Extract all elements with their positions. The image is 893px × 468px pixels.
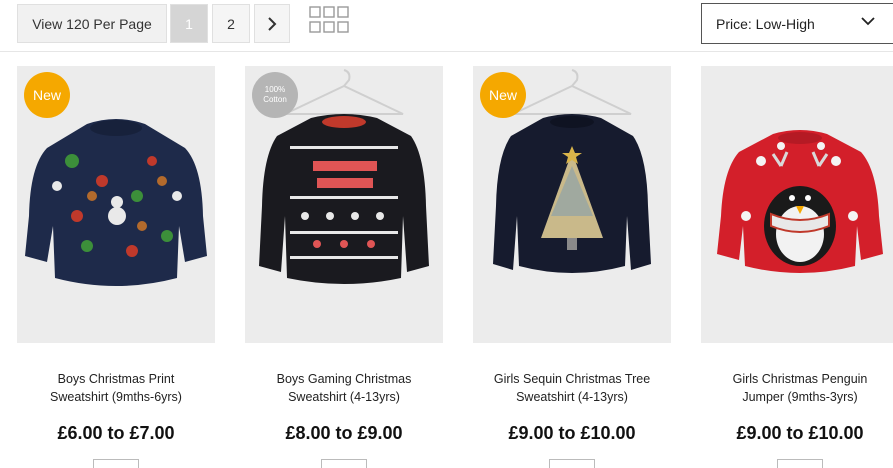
cotton-badge: 100% Cotton (252, 72, 298, 118)
product-card: 100% Cotton Boys Gaming Christmas Sweats… (245, 66, 443, 468)
cotton-badge-line1: 100% (264, 85, 286, 94)
product-price: £9.00 to £10.00 (508, 423, 636, 443)
product-image[interactable]: New (473, 66, 671, 343)
product-title[interactable]: Girls Sequin Christmas Tree Sweatshirt (… (463, 370, 681, 406)
product-card: New Boys Christmas Print Sweatshirt (9mt… (17, 66, 215, 468)
product-title-line1: Boys Gaming Christmas (276, 372, 412, 386)
product-title-line1: Boys Christmas Print (57, 372, 175, 386)
sort-selected-value: Price: Low-High (716, 15, 815, 32)
chevron-down-icon (861, 17, 875, 26)
quantity-select[interactable] (549, 459, 595, 468)
product-price: £6.00 to £7.00 (57, 423, 175, 443)
product-title[interactable]: Boys Gaming Christmas Sweatshirt (4-13yr… (235, 370, 453, 406)
product-price: £8.00 to £9.00 (285, 423, 403, 443)
sort-select[interactable]: Price: Low-High (701, 3, 893, 44)
product-price: £9.00 to £10.00 (736, 423, 864, 443)
new-badge: New (24, 72, 70, 118)
product-title[interactable]: Girls Christmas Penguin Jumper (9mths-3y… (691, 370, 893, 406)
product-title-line2: Sweatshirt (9mths-6yrs) (50, 390, 182, 404)
product-title-line2: Sweatshirt (4-13yrs) (516, 390, 628, 404)
new-badge: New (480, 72, 526, 118)
product-image[interactable]: 100% Cotton (245, 66, 443, 343)
quantity-select[interactable] (93, 459, 139, 468)
next-page-button[interactable] (254, 4, 290, 43)
product-image[interactable]: New (17, 66, 215, 343)
page-2-button[interactable]: 2 (212, 4, 250, 43)
sweatshirt-image (717, 130, 883, 273)
grid-icon (309, 6, 349, 33)
product-toolbar: View 120 Per Page 1 2 Price: Low-High (0, 0, 893, 52)
cotton-badge-line2: Cotton (263, 95, 287, 104)
product-card: Girls Christmas Penguin Jumper (9mths-3y… (701, 66, 893, 468)
product-title-line2: Jumper (9mths-3yrs) (742, 390, 858, 404)
product-image[interactable] (701, 66, 893, 343)
quantity-select[interactable] (321, 459, 367, 468)
quantity-select[interactable] (777, 459, 823, 468)
chevron-right-icon (268, 16, 277, 31)
product-card: New Girls Sequin Christmas Tree Sweatshi… (473, 66, 671, 468)
page-1-button[interactable]: 1 (170, 4, 208, 43)
product-title-line2: Sweatshirt (4-13yrs) (288, 390, 400, 404)
product-title-line1: Girls Sequin Christmas Tree (493, 372, 651, 386)
view-per-page-button[interactable]: View 120 Per Page (17, 4, 167, 43)
grid-view-toggle[interactable] (309, 6, 349, 34)
product-title-line1: Girls Christmas Penguin (732, 372, 868, 386)
product-title[interactable]: Boys Christmas Print Sweatshirt (9mths-6… (7, 370, 225, 406)
